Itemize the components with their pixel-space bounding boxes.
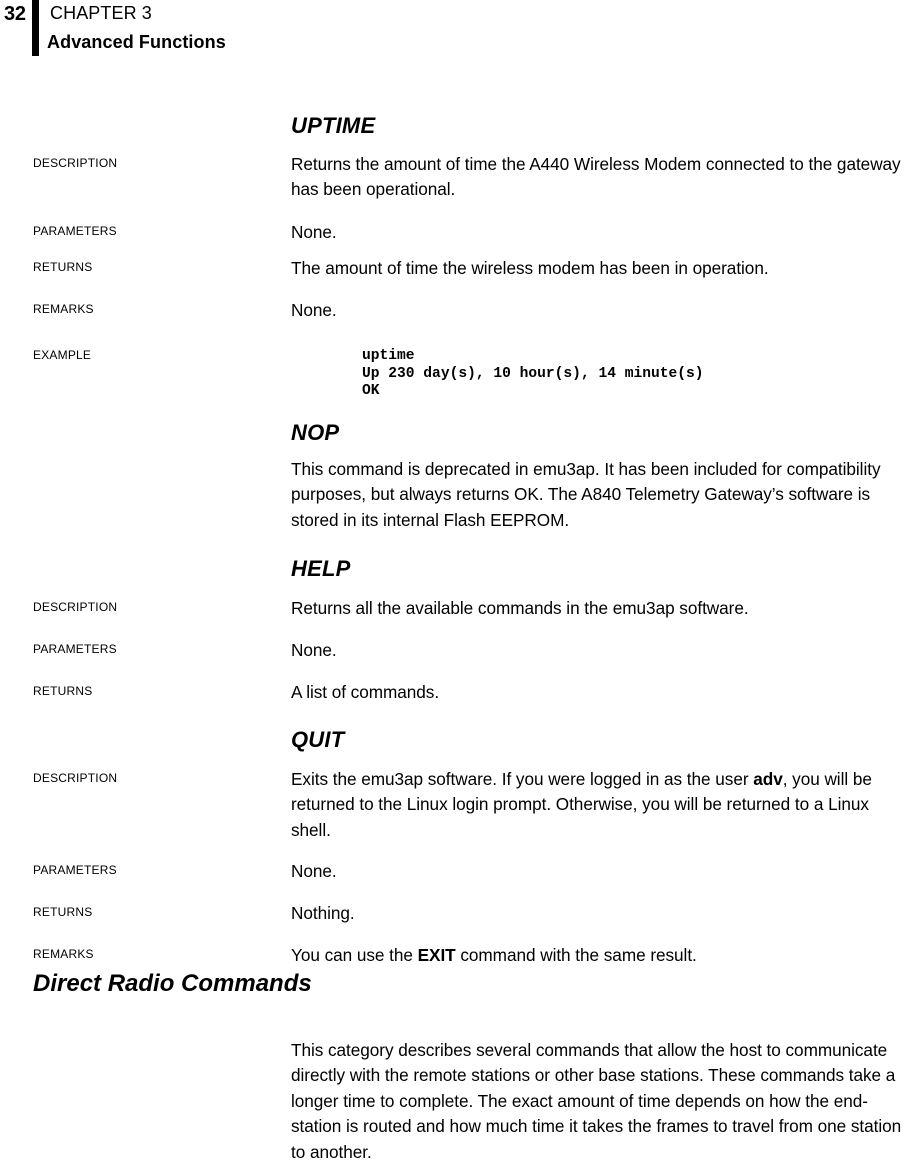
example-code-block: uptime Up 230 day(s), 10 hour(s), 14 min… xyxy=(362,348,704,400)
spec-label: Description xyxy=(33,153,118,171)
spec-label: Remarks xyxy=(33,299,94,317)
command-heading-help: HELP xyxy=(291,556,351,581)
spec-label: Remarks xyxy=(33,944,94,962)
spec-value-pre: You can use the xyxy=(291,945,418,965)
section-paragraph: This category describes several commands… xyxy=(291,1040,902,1162)
spec-label: Example xyxy=(33,345,92,363)
nop-paragraph: This command is deprecated in emu3ap. It… xyxy=(291,459,881,530)
spec-label: Parameters xyxy=(33,639,117,657)
spec-label: Description xyxy=(33,597,118,615)
chapter-label: CHAPTER 3 xyxy=(50,3,152,23)
spec-label: Parameters xyxy=(33,860,117,878)
command-heading-quit: QUIT xyxy=(291,727,345,752)
spec-value: Nothing. xyxy=(291,903,355,923)
spec-label: Parameters xyxy=(33,221,117,239)
spec-label: Returns xyxy=(33,681,93,699)
spec-value: The amount of time the wireless modem ha… xyxy=(291,258,769,278)
spec-value-post: command with the same result. xyxy=(455,945,697,965)
header-rule-divider xyxy=(32,0,39,56)
spec-label: Returns xyxy=(33,902,93,920)
spec-label: Returns xyxy=(33,257,93,275)
spec-value: Returns all the available commands in th… xyxy=(291,598,749,618)
spec-value: None. xyxy=(291,640,337,660)
command-heading-uptime: UPTIME xyxy=(291,113,376,138)
chapter-title: Advanced Functions xyxy=(47,32,226,52)
spec-value: None. xyxy=(291,222,337,242)
spec-value: Returns the amount of time the A440 Wire… xyxy=(291,154,901,200)
page-number: 32 xyxy=(4,3,26,25)
spec-value: You can use the EXIT command with the sa… xyxy=(291,943,907,968)
spec-value-pre: Exits the emu3ap software. If you were l… xyxy=(291,769,754,789)
spec-value: Exits the emu3ap software. If you were l… xyxy=(291,767,907,843)
spec-label: Description xyxy=(33,768,118,786)
running-head: 32 CHAPTER 3 Advanced Functions xyxy=(0,0,914,60)
section-heading-direct-radio-commands: Direct Radio Commands xyxy=(33,970,312,997)
spec-value: None. xyxy=(291,300,337,320)
spec-value-emphasis: EXIT xyxy=(417,945,456,965)
spec-value: None. xyxy=(291,861,337,881)
spec-value-emphasis: adv xyxy=(753,769,783,789)
spec-value: A list of commands. xyxy=(291,682,440,702)
command-heading-nop: NOP xyxy=(291,420,340,445)
